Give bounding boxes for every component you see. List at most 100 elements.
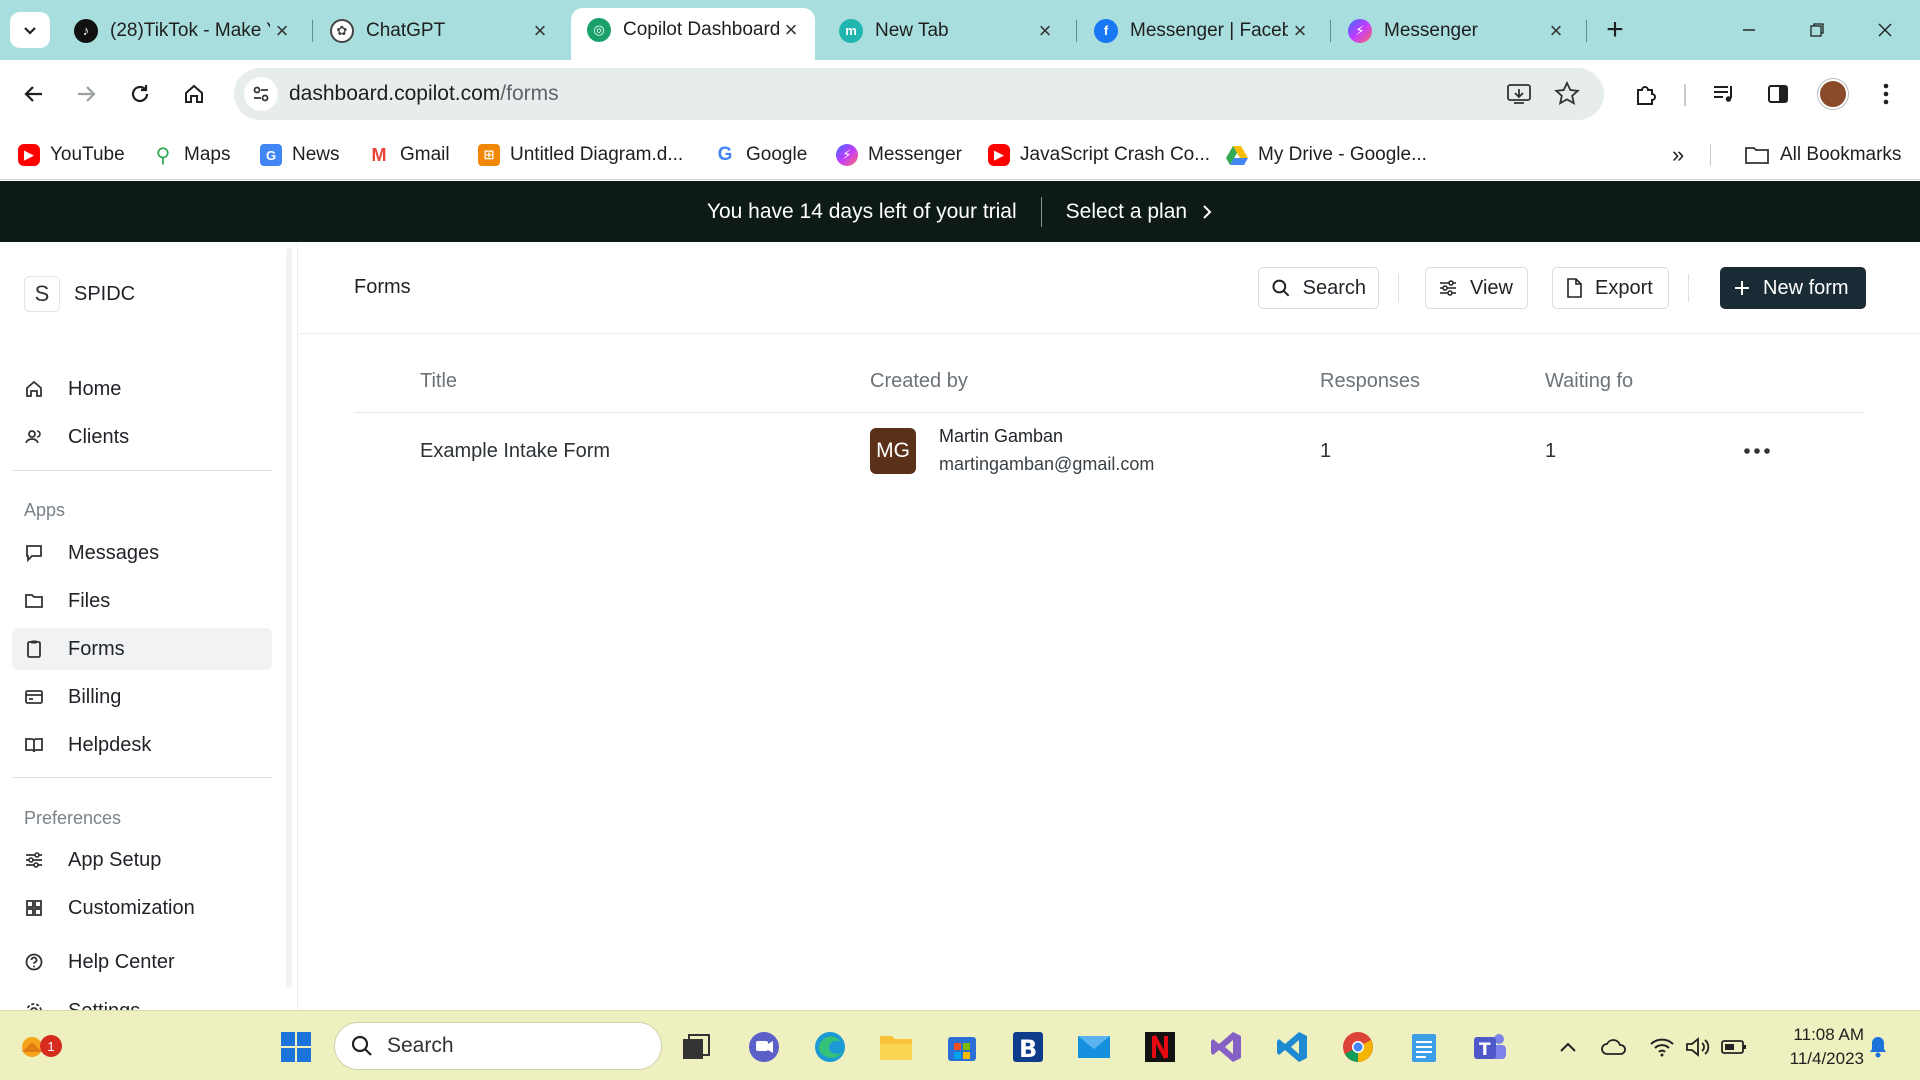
- new-tab-button[interactable]: +: [1597, 12, 1633, 48]
- back-button[interactable]: [14, 74, 54, 114]
- preferences-heading: Preferences: [24, 808, 122, 828]
- reload-button[interactable]: [120, 74, 160, 114]
- taskbar-app-store[interactable]: [940, 1025, 984, 1069]
- battery-button[interactable]: [1712, 1025, 1756, 1069]
- taskbar-app-netflix[interactable]: [1138, 1025, 1182, 1069]
- bookmark-messenger[interactable]: ⚡ Messenger: [836, 138, 962, 172]
- select-plan-link[interactable]: Select a plan: [1066, 200, 1213, 224]
- column-header-title[interactable]: Title: [420, 370, 457, 393]
- tab-divider: [312, 20, 313, 42]
- column-header-created-by[interactable]: Created by: [870, 370, 968, 393]
- restore-icon: [1810, 23, 1824, 37]
- sidebar-item-app-setup[interactable]: App Setup: [12, 839, 272, 881]
- install-app-icon[interactable]: [1506, 81, 1532, 107]
- sidebar-item-clients[interactable]: Clients: [12, 416, 272, 458]
- new-form-button[interactable]: New form: [1720, 267, 1866, 309]
- gmail-icon: M: [368, 144, 390, 166]
- sidebar-item-billing[interactable]: Billing: [12, 676, 272, 718]
- tab-messenger-facebook[interactable]: f Messenger | Facebook ×: [1078, 8, 1324, 53]
- minimize-button[interactable]: [1726, 12, 1772, 48]
- bookmark-label: Messenger: [868, 144, 962, 165]
- taskbar-app-file-explorer[interactable]: [874, 1025, 918, 1069]
- more-menu-icon[interactable]: [1868, 76, 1904, 112]
- workspace-switcher[interactable]: S SPIDC: [24, 276, 135, 312]
- sidebar-item-settings[interactable]: Settings: [12, 990, 272, 1010]
- search-button[interactable]: Search: [1258, 267, 1379, 309]
- tab-copilot-dashboard[interactable]: ◎ Copilot Dashboard ×: [571, 8, 815, 60]
- show-hidden-icons-button[interactable]: [1546, 1025, 1590, 1069]
- bookmark-star-icon[interactable]: [1554, 81, 1580, 107]
- sidebar-item-customization[interactable]: Customization: [12, 887, 272, 929]
- widgets-button[interactable]: 1: [10, 1025, 62, 1069]
- bookmark-google[interactable]: G Google: [714, 138, 807, 172]
- taskbar-app-chrome[interactable]: [1336, 1025, 1380, 1069]
- extensions-icon[interactable]: [1628, 76, 1664, 112]
- taskbar-app-visual-studio[interactable]: [1204, 1025, 1248, 1069]
- taskbar-app-edge[interactable]: [808, 1025, 852, 1069]
- bookmark-news[interactable]: G News: [260, 138, 340, 172]
- bookmark-my-drive[interactable]: My Drive - Google...: [1226, 138, 1427, 172]
- tab-search-button[interactable]: [10, 12, 50, 48]
- close-icon[interactable]: ×: [1033, 18, 1057, 44]
- notifications-button[interactable]: [1856, 1025, 1900, 1069]
- close-icon[interactable]: ×: [1544, 18, 1568, 44]
- close-icon[interactable]: ×: [270, 18, 294, 44]
- home-button[interactable]: [174, 74, 214, 114]
- bookmark-untitled-diagram[interactable]: ⊞ Untitled Diagram.d...: [478, 138, 683, 172]
- restore-button[interactable]: [1794, 12, 1840, 48]
- column-header-waiting[interactable]: Waiting fo: [1545, 370, 1633, 393]
- start-button[interactable]: [274, 1025, 318, 1069]
- bookmark-gmail[interactable]: M Gmail: [368, 138, 450, 172]
- sidebar-item-helpdesk[interactable]: Helpdesk: [12, 724, 272, 766]
- sidebar-scrollbar[interactable]: [286, 248, 292, 988]
- taskbar-app-notepad[interactable]: [1402, 1025, 1446, 1069]
- all-bookmarks-button[interactable]: All Bookmarks: [1744, 138, 1901, 172]
- row-actions-button[interactable]: [1739, 438, 1775, 464]
- bookmark-youtube[interactable]: ▶ YouTube: [18, 138, 125, 172]
- sidebar-item-help-center[interactable]: Help Center: [12, 941, 272, 983]
- form-title[interactable]: Example Intake Form: [420, 440, 610, 463]
- bookmark-maps[interactable]: ⚲ Maps: [152, 138, 231, 172]
- sidebar-item-files[interactable]: Files: [12, 580, 272, 622]
- sidebar-item-messages[interactable]: Messages: [12, 532, 272, 574]
- battery-icon: [1721, 1040, 1746, 1054]
- taskbar-app-teams[interactable]: T: [1468, 1025, 1512, 1069]
- export-button[interactable]: Export: [1552, 267, 1669, 309]
- side-panel-icon[interactable]: [1760, 76, 1796, 112]
- arrow-left-icon: [24, 86, 42, 102]
- bookmark-label: Maps: [184, 144, 231, 165]
- tab-messenger[interactable]: ⚡ Messenger ×: [1332, 8, 1580, 53]
- chat-icon: [749, 1032, 779, 1062]
- onedrive-button[interactable]: [1592, 1025, 1636, 1069]
- profile-avatar[interactable]: [1818, 79, 1848, 109]
- home-icon: [24, 379, 44, 399]
- tab-chatgpt[interactable]: ✿ ChatGPT ×: [314, 8, 564, 53]
- sidebar-item-forms[interactable]: Forms: [12, 628, 272, 670]
- close-icon[interactable]: ×: [1288, 18, 1312, 44]
- facebook-icon: f: [1094, 18, 1118, 43]
- system-clock[interactable]: 11:08 AM 11/4/2023: [1764, 1023, 1864, 1071]
- task-view-button[interactable]: [674, 1025, 718, 1069]
- taskbar-app-chat[interactable]: [742, 1025, 786, 1069]
- tab-tiktok[interactable]: ♪ (28)TikTok - Make Your Day ×: [58, 8, 306, 53]
- column-header-responses[interactable]: Responses: [1320, 370, 1420, 393]
- media-controls-icon[interactable]: [1706, 76, 1742, 112]
- more-bookmarks-button[interactable]: »: [1672, 138, 1684, 172]
- sidebar-item-home[interactable]: Home: [12, 368, 272, 410]
- close-icon[interactable]: ×: [779, 17, 803, 43]
- close-icon[interactable]: ×: [528, 18, 552, 44]
- forward-button[interactable]: [66, 74, 106, 114]
- minimize-icon: [1743, 29, 1755, 31]
- view-button[interactable]: View: [1425, 267, 1528, 309]
- bookmark-javascript-crash-course[interactable]: ▶ JavaScript Crash Co...: [988, 138, 1210, 172]
- close-window-button[interactable]: [1862, 12, 1908, 48]
- tab-new-tab[interactable]: m New Tab ×: [823, 8, 1069, 53]
- taskbar-app-mail[interactable]: [1072, 1025, 1116, 1069]
- url-text[interactable]: dashboard.copilot.com/forms: [289, 82, 559, 106]
- site-info-icon[interactable]: [244, 77, 278, 111]
- address-bar[interactable]: dashboard.copilot.com/forms: [234, 68, 1604, 120]
- taskbar-app-vscode[interactable]: [1270, 1025, 1314, 1069]
- bookmark-label: My Drive - Google...: [1258, 144, 1427, 165]
- taskbar-app-booking[interactable]: B: [1006, 1025, 1050, 1069]
- taskbar-search[interactable]: Search: [334, 1022, 662, 1070]
